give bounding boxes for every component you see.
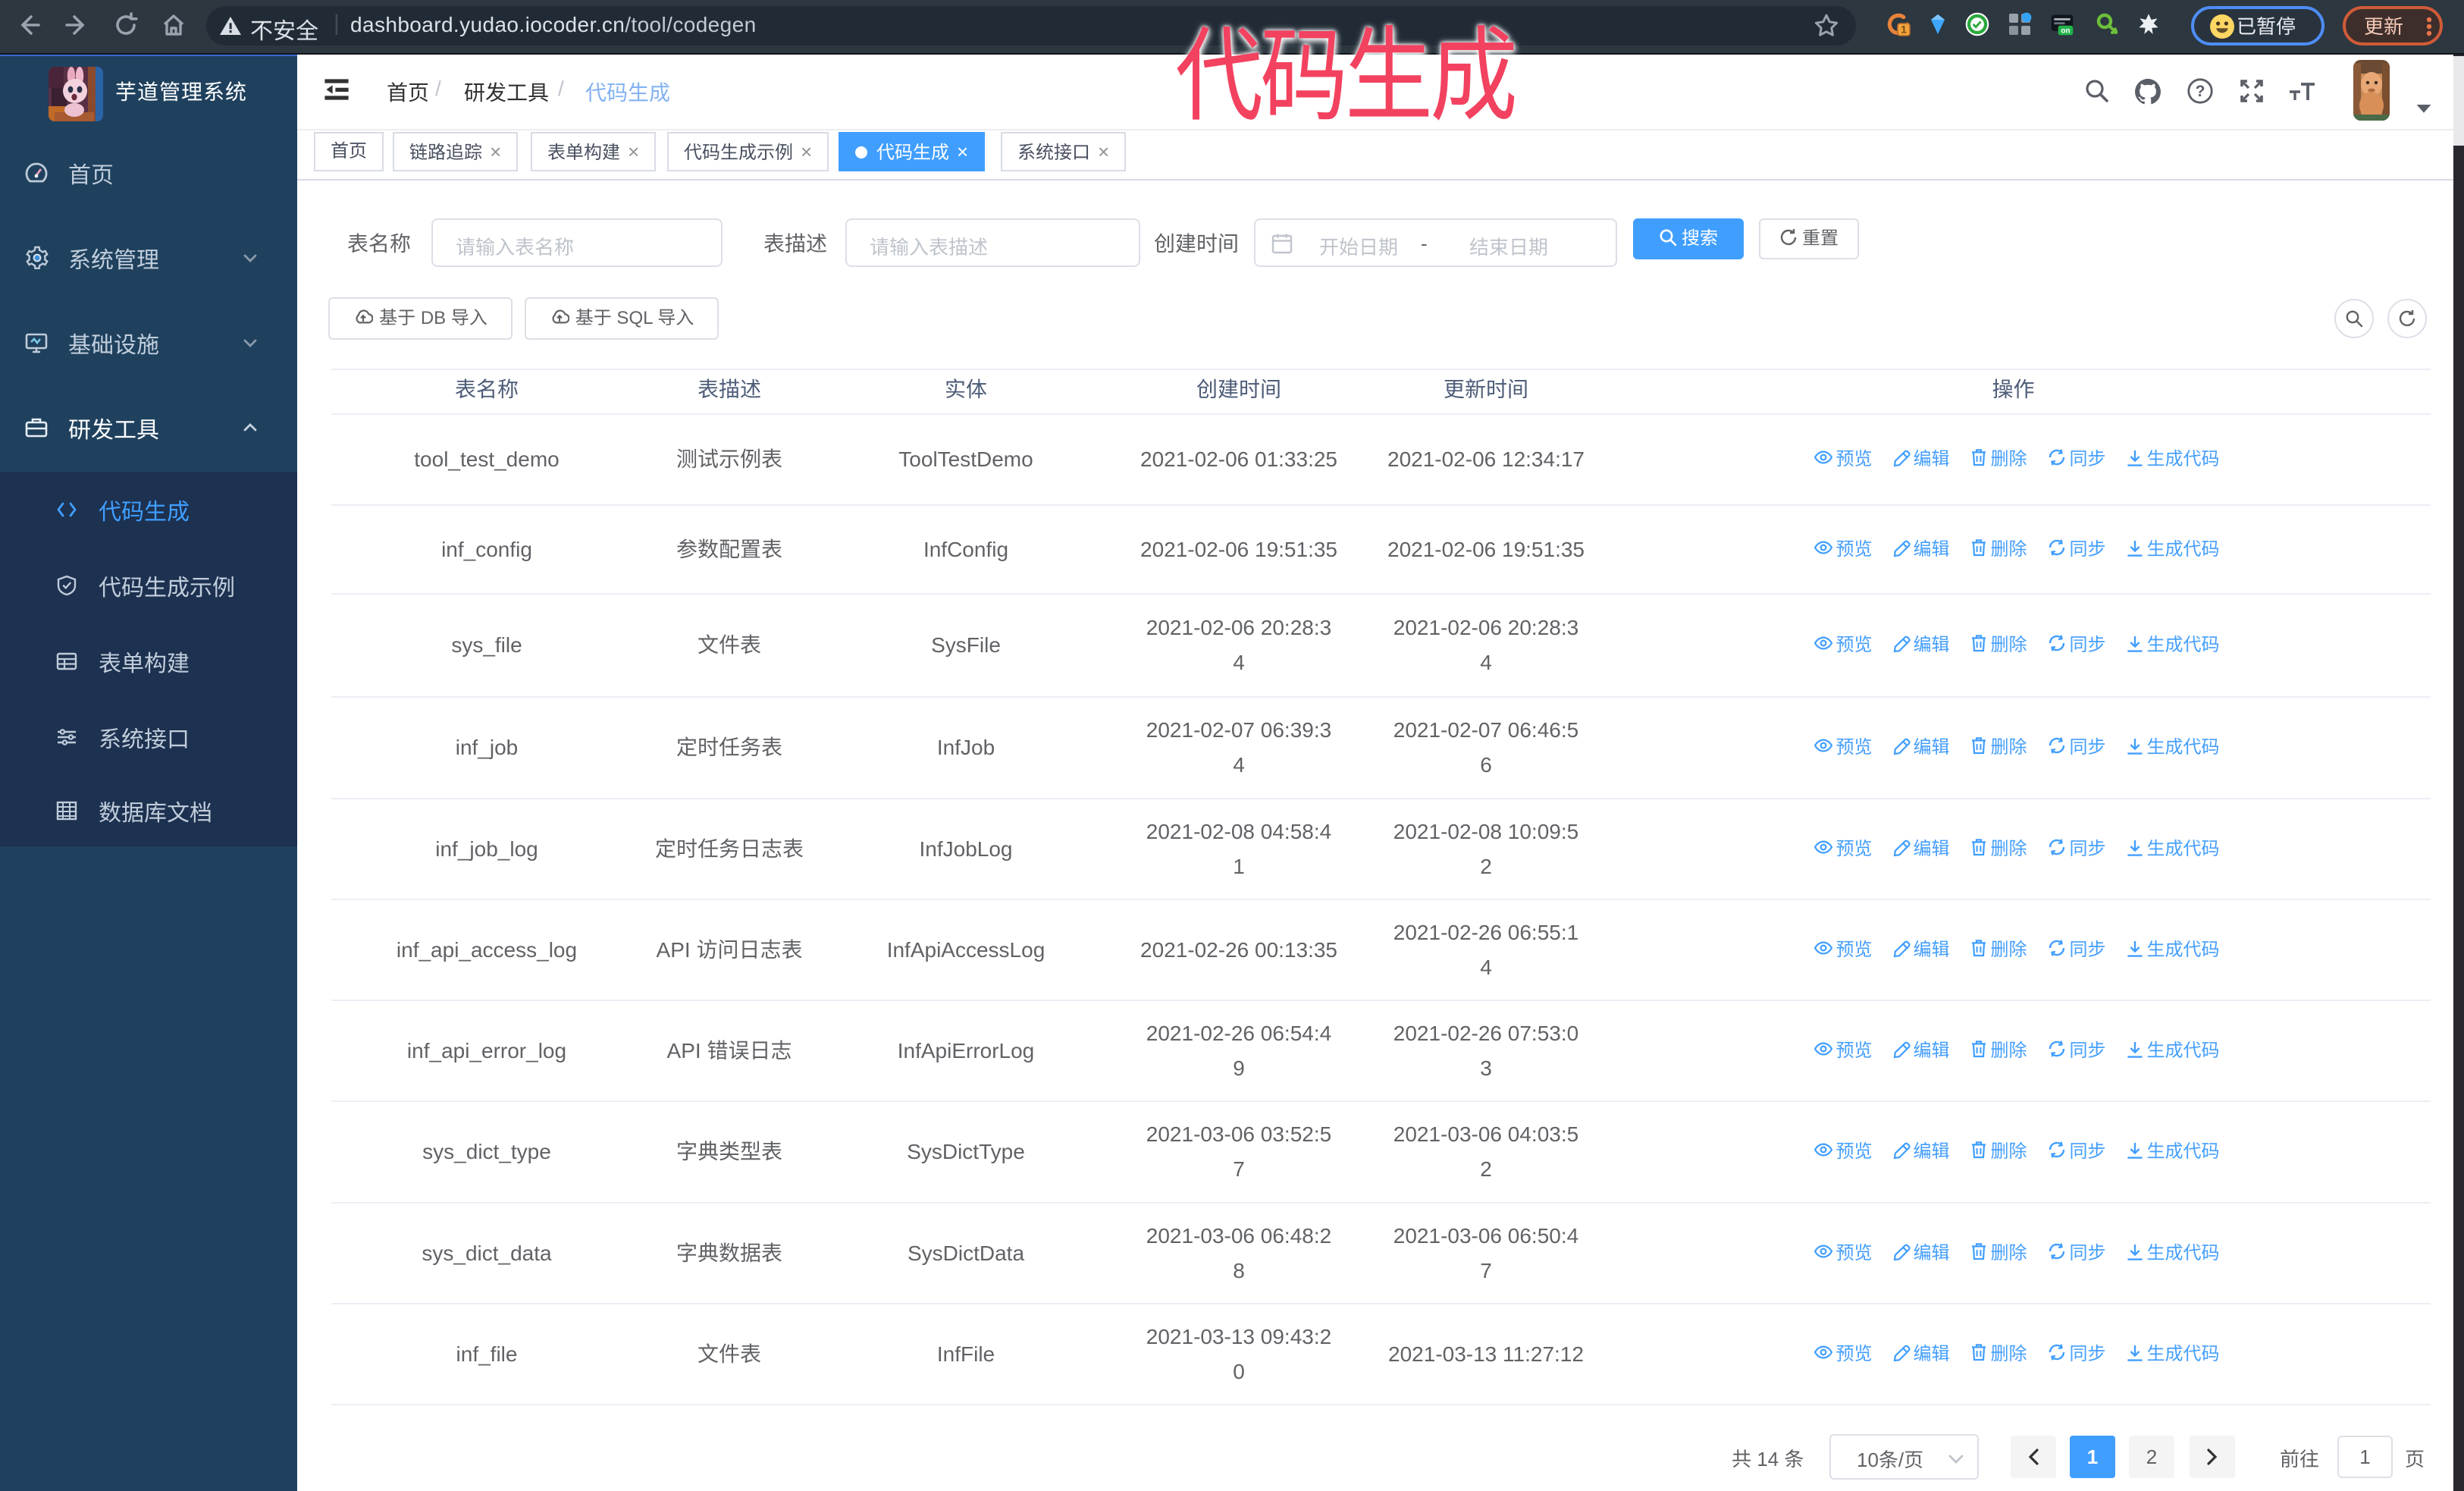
svg-text:?: ? [2196, 83, 2205, 100]
svg-text:on: on [2061, 27, 2070, 36]
svg-text:1: 1 [1901, 23, 1907, 35]
